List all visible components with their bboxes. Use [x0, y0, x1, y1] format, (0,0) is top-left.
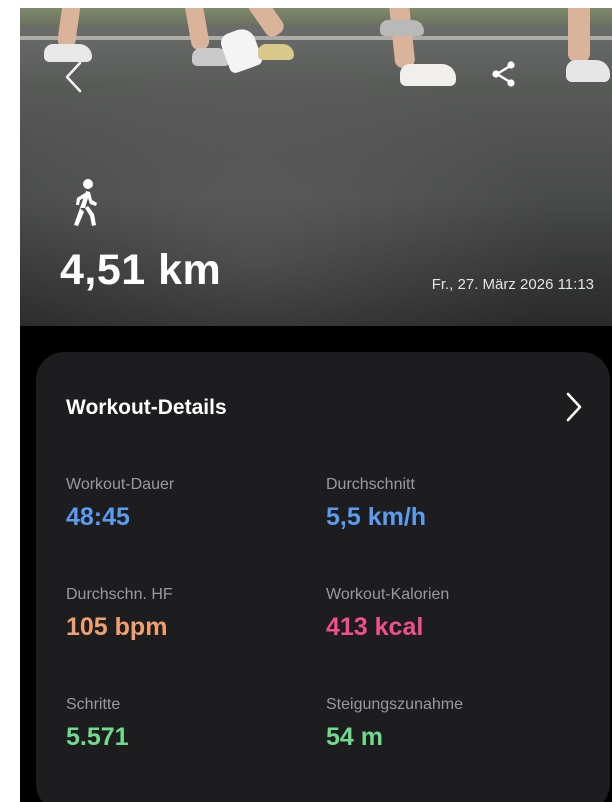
metric-label: Durchschn. HF	[66, 586, 173, 603]
runner-shoe	[258, 44, 294, 60]
workout-date: Fr., 27. März 2026 11:13	[431, 276, 594, 293]
runner-shoe	[380, 20, 424, 36]
metric-label: Durchschnitt	[326, 476, 415, 493]
chevron-right-icon[interactable]	[562, 390, 586, 424]
metric-value: 48:45	[66, 503, 130, 531]
metric-average-speed: Durchschnitt 5,5 km/h	[326, 476, 566, 532]
runner-shoe	[400, 64, 456, 86]
runner-leg	[568, 8, 590, 62]
metric-value: 413 kcal	[326, 613, 424, 641]
chevron-left-icon[interactable]	[60, 60, 88, 94]
metric-label: Schritte	[66, 696, 121, 713]
metric-avg-heart-rate: Durchschn. HF 105 bpm	[66, 586, 306, 642]
metric-value: 5.571	[66, 723, 129, 751]
hero-photo: 4,51 km Fr., 27. März 2026 11:13	[20, 8, 612, 326]
runner-leg	[56, 8, 82, 50]
card-title: Workout-Details	[66, 396, 227, 419]
share-icon[interactable]	[488, 58, 520, 90]
metric-label: Steigungszunahme	[326, 696, 463, 713]
metric-label: Workout-Kalorien	[326, 586, 450, 603]
runner-shoe	[566, 60, 610, 82]
metric-calories: Workout-Kalorien 413 kcal	[326, 586, 566, 642]
metric-label: Workout-Dauer	[66, 476, 175, 493]
metric-value: 5,5 km/h	[326, 503, 427, 531]
runner-shoe	[218, 25, 264, 75]
metric-duration: Workout-Dauer 48:45	[66, 476, 306, 532]
metric-value: 105 bpm	[66, 613, 168, 641]
metric-elevation-gain: Steigungszunahme 54 m	[326, 696, 566, 752]
metric-steps: Schritte 5.571	[66, 696, 306, 752]
workout-screen: 4,51 km Fr., 27. März 2026 11:13 Workout…	[20, 8, 612, 802]
road-marking	[20, 36, 612, 40]
background-grass	[20, 8, 612, 26]
workout-details-card: Workout-Details Workout-Dauer 48:45 Durc…	[36, 352, 610, 802]
walking-person-icon	[74, 179, 97, 226]
workout-distance: 4,51 km	[60, 246, 222, 294]
metric-value: 54 m	[326, 723, 383, 751]
workout-details-header[interactable]: Workout-Details	[66, 388, 586, 428]
